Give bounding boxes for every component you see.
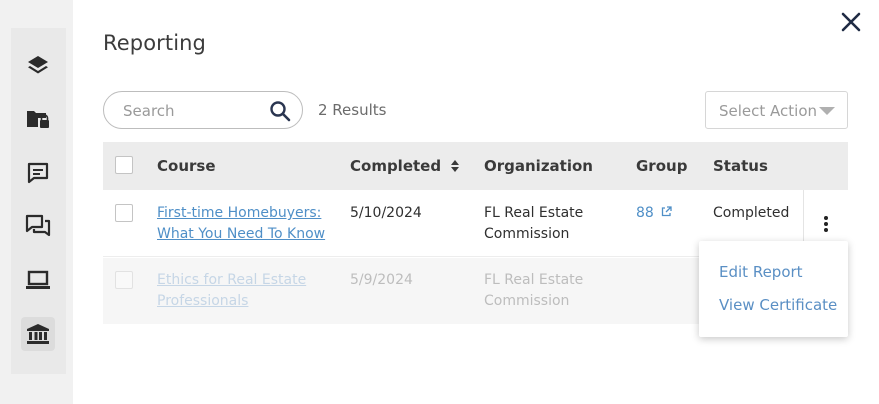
group-link-label: 88: [636, 205, 654, 221]
locked-folder-icon[interactable]: [23, 104, 53, 134]
header-status: Status: [713, 157, 768, 175]
kebab-dot-icon: [824, 222, 828, 226]
kebab-dot-icon: [824, 228, 828, 232]
institution-icon[interactable]: [21, 317, 55, 351]
header-organization: Organization: [484, 157, 593, 175]
course-link-line1: First-time Homebuyers:: [157, 205, 322, 221]
close-icon: [841, 12, 861, 32]
action-select-placeholder: Select Action: [719, 102, 818, 120]
view-certificate-menu-item[interactable]: View Certificate: [719, 296, 837, 314]
close-button[interactable]: [840, 11, 862, 33]
select-all-checkbox[interactable]: [115, 156, 133, 174]
completed-date: 5/9/2024: [350, 272, 413, 288]
header-completed-label: Completed: [350, 157, 442, 175]
caret-down-icon: [819, 107, 835, 115]
organization-line2: Commission: [484, 293, 570, 309]
page-title: Reporting: [103, 31, 206, 55]
course-link[interactable]: First-time Homebuyers: What You Need To …: [157, 203, 325, 245]
layers-icon[interactable]: [23, 50, 53, 80]
action-select[interactable]: Select Action: [705, 91, 848, 129]
course-link-line2: Professionals: [157, 293, 249, 309]
laptop-icon[interactable]: [23, 265, 53, 295]
organization-line2: Commission: [484, 226, 570, 242]
organization: FL Real Estate Commission: [484, 270, 583, 312]
sort-icon: [451, 160, 460, 172]
header-completed[interactable]: Completed: [350, 157, 460, 175]
organization-line1: FL Real Estate: [484, 205, 584, 221]
edit-report-menu-item[interactable]: Edit Report: [719, 263, 803, 281]
header-group: Group: [636, 157, 688, 175]
comment-icon[interactable]: [23, 158, 53, 188]
search-input[interactable]: [123, 101, 263, 121]
table-header: Course Completed Organization Group Stat…: [103, 142, 848, 190]
results-count: 2 Results: [318, 101, 387, 119]
side-rail: [11, 28, 66, 374]
row-actions-menu: Edit Report View Certificate: [699, 241, 848, 337]
kebab-dot-icon: [824, 216, 828, 220]
course-link-line1: Ethics for Real Estate: [157, 272, 307, 288]
external-link-icon: [662, 206, 672, 217]
search-box: [103, 91, 303, 129]
course-link-line2: What You Need To Know: [157, 226, 326, 242]
search-icon[interactable]: [269, 100, 291, 126]
header-course: Course: [157, 157, 216, 175]
course-link[interactable]: Ethics for Real Estate Professionals: [157, 270, 306, 312]
chat-icon[interactable]: [23, 211, 53, 241]
row-checkbox[interactable]: [115, 204, 133, 222]
organization: FL Real Estate Commission: [484, 203, 583, 245]
group-link[interactable]: 88: [636, 203, 672, 224]
status-text: Completed: [713, 205, 790, 221]
row-checkbox[interactable]: [115, 271, 133, 289]
completed-date: 5/10/2024: [350, 205, 422, 221]
organization-line1: FL Real Estate: [484, 272, 584, 288]
row-actions-button[interactable]: [822, 216, 830, 234]
